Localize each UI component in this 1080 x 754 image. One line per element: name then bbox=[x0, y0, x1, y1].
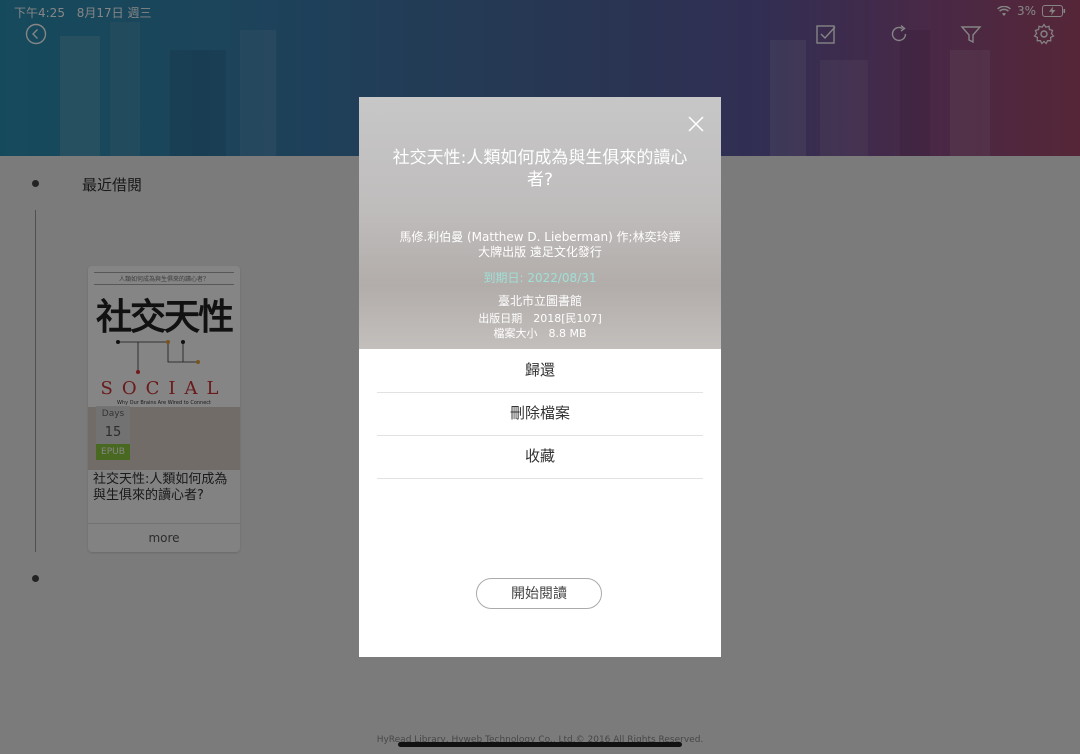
modal-file-size: 檔案大小 8.8 MB bbox=[493, 327, 587, 340]
modal-meta: 出版日期 2018[民107] 檔案大小 8.8 MB bbox=[369, 311, 711, 341]
close-icon bbox=[688, 116, 704, 132]
modal-author-block: 馬修.利伯曼 (Matthew D. Lieberman) 作;林奕玲譯 大牌出… bbox=[369, 230, 711, 260]
favorite-button[interactable]: 收藏 bbox=[377, 435, 703, 479]
book-detail-modal: 社交天性:人類如何成為與生俱來的讀心者? 馬修.利伯曼 (Matthew D. … bbox=[359, 97, 721, 657]
modal-library: 臺北市立圖書館 bbox=[497, 294, 582, 308]
modal-header: 社交天性:人類如何成為與生俱來的讀心者? 馬修.利伯曼 (Matthew D. … bbox=[359, 97, 721, 349]
modal-title: 社交天性:人類如何成為與生俱來的讀心者? bbox=[392, 148, 688, 190]
modal-author: 馬修.利伯曼 (Matthew D. Lieberman) 作;林奕玲譯 bbox=[399, 230, 681, 244]
home-indicator[interactable] bbox=[398, 742, 682, 747]
return-button[interactable]: 歸還 bbox=[377, 349, 703, 393]
modal-pub-date: 出版日期 2018[民107] bbox=[478, 312, 602, 325]
close-button[interactable] bbox=[687, 115, 705, 133]
start-reading-button[interactable]: 開始閱讀 bbox=[476, 578, 602, 609]
modal-due-date: 到期日: 2022/08/31 bbox=[483, 271, 597, 285]
delete-file-button[interactable]: 刪除檔案 bbox=[377, 392, 703, 436]
modal-publisher: 大牌出版 遠足文化發行 bbox=[478, 245, 602, 259]
